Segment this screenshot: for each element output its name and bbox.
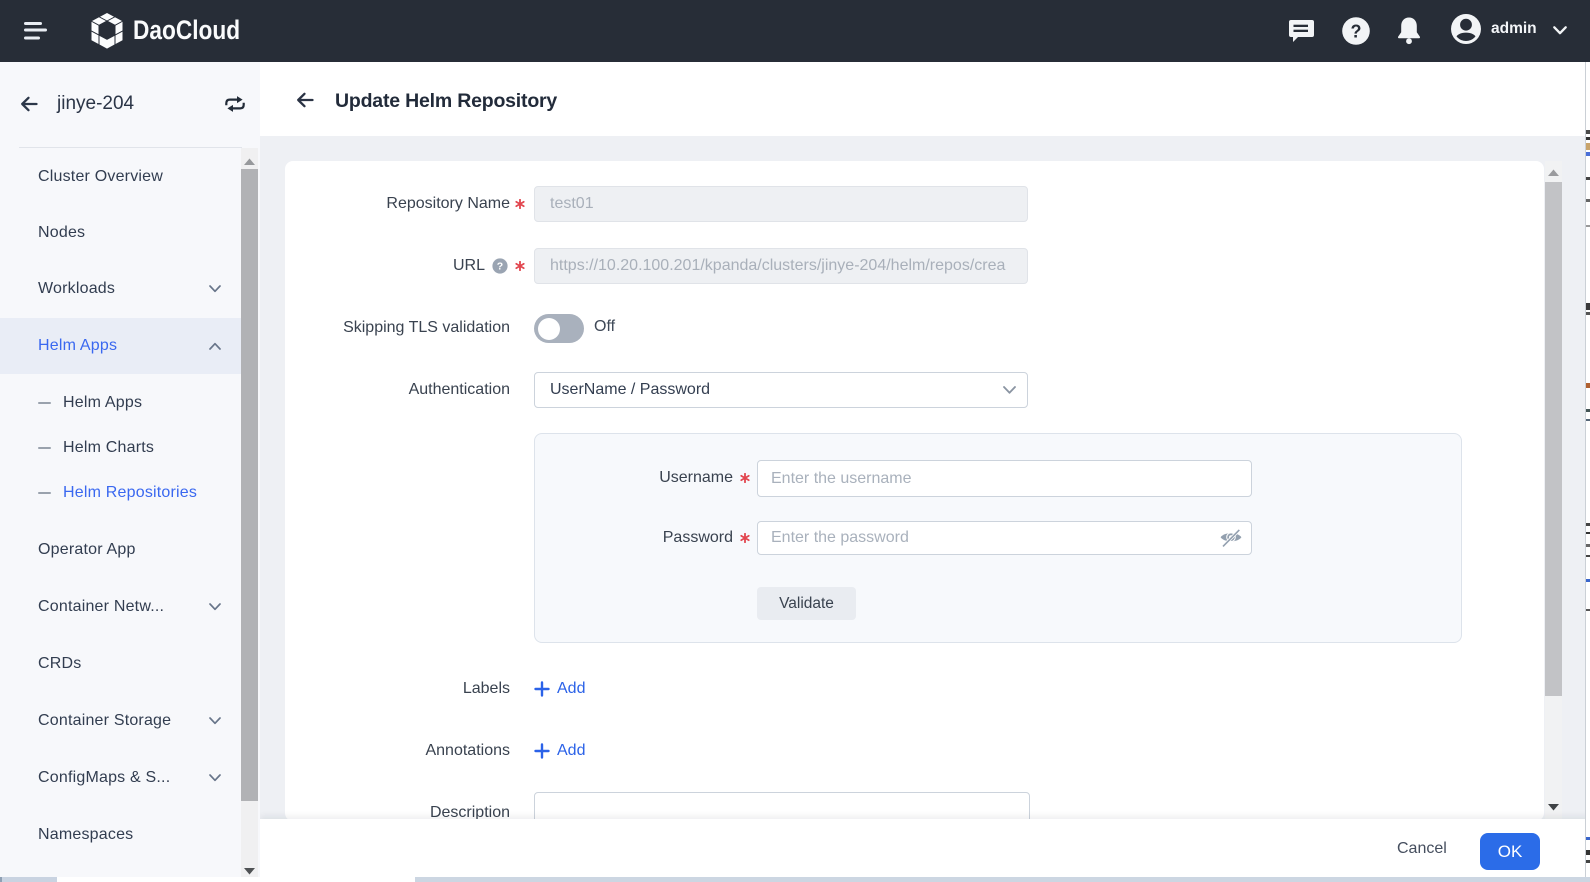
svg-text:?: ? bbox=[497, 261, 503, 273]
svg-text:?: ? bbox=[1351, 22, 1362, 42]
